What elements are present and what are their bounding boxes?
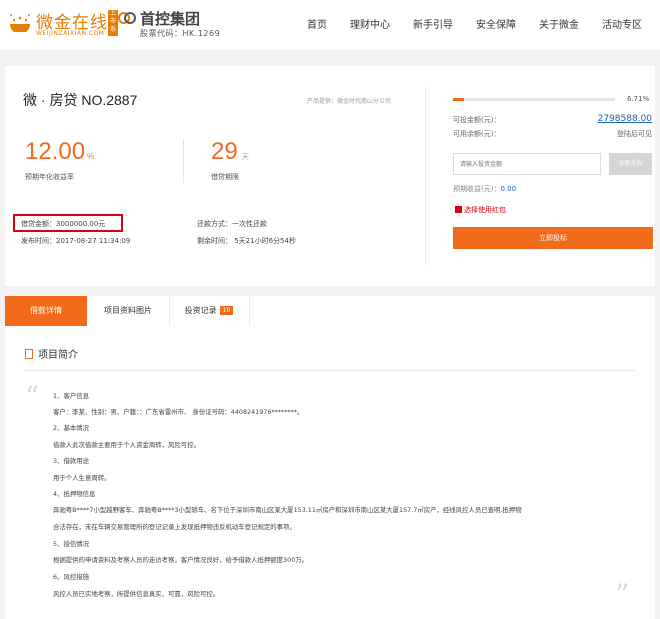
expected-income-label: 预期收益(元)：	[453, 185, 501, 193]
open-quote-icon: “	[25, 380, 40, 413]
loan-amount: 借贷金额：3000000.00元	[21, 220, 106, 228]
intro-line: 1、客户信息	[53, 392, 90, 400]
intro-line: 奔驰粤B****7小型越野客车、奔驰粤B****3小型轿车、名下位于深圳市南山区…	[53, 506, 522, 514]
rate-value: 12.00	[25, 138, 86, 165]
intro-heading-text: 项目简介	[38, 350, 78, 361]
project-intro-section: 项目简介 “ 1、客户信息 客户：李某、性别：男、户籍：：广东省雷州市、 身份证…	[5, 326, 655, 619]
loan-title: 微 · 房贷 NO.2887	[23, 92, 138, 108]
rate-unit: %	[87, 152, 95, 161]
stock-code: 股票代码：HK.1269	[140, 29, 221, 38]
close-quote-icon: ”	[615, 578, 630, 611]
balance-login-link[interactable]: 登陆后可见	[617, 129, 652, 139]
invest-amount-input[interactable]	[453, 153, 601, 175]
tab-invest-records[interactable]: 投资记录 10	[169, 296, 249, 326]
redpacket-label: 选择使用红包	[464, 206, 506, 214]
stats-divider	[183, 139, 184, 183]
funding-progress-bar	[453, 98, 615, 101]
funding-progress-fill	[453, 98, 464, 101]
term-value: 29	[211, 138, 238, 165]
tab-separator	[249, 296, 250, 326]
annual-rate: 12.00%	[25, 138, 94, 166]
intro-line: 根据提供的申请资料及考察人员的走访考察，客户情况良好，给予借款人抵押额度300万…	[53, 556, 309, 564]
expected-income: 预期收益(元)：0.00	[453, 184, 516, 194]
logo-subtext: WEIJINZAIXIAN.COM	[36, 30, 105, 37]
product-provider: 产品提供：微金时代南山分公司	[307, 98, 392, 105]
listed-badge: 上市系	[108, 10, 118, 36]
intro-line: 合法存在，未在车辆交易管理所的登记记录上发现抵押物违反机动车登记规定的事项。	[53, 523, 296, 531]
expected-income-value: 0.00	[500, 185, 517, 193]
rate-label: 预期年化收益率	[25, 173, 74, 181]
panel-divider	[425, 86, 426, 266]
balance-label: 可用余额(元)：	[453, 130, 501, 138]
document-icon	[25, 349, 33, 359]
nav-home[interactable]: 首页	[307, 16, 327, 31]
intro-line: 客户：李某、性别：男、户籍：：广东省雷州市、 身份证号码：4408241976*…	[53, 408, 304, 416]
site-header: 微金在线 WEIJINZAIXIAN.COM 上市系 首控集团 股票代码：HK.…	[0, 0, 660, 50]
nav-about[interactable]: 关于微金	[539, 16, 579, 31]
use-redpacket-toggle[interactable]: 选择使用红包	[455, 205, 506, 215]
intro-divider	[25, 370, 635, 371]
loan-panel: 微 · 房贷 NO.2887 产品提供：微金时代南山分公司 12.00% 预期年…	[5, 66, 655, 286]
available-amount-label: 可投金额(元)：	[453, 116, 501, 124]
tab-invest-records-label: 投资记录	[184, 306, 217, 315]
repay-method: 还款方式：一次性还款	[197, 220, 267, 228]
remaining-time: 剩余时间： 5天21小时6分54秒	[197, 237, 296, 245]
tab-project-images[interactable]: 项目资料图片	[87, 296, 169, 326]
term-unit: 天	[241, 154, 249, 161]
invest-now-button[interactable]: 立即投标	[453, 227, 653, 249]
intro-line: 5、授信情况	[53, 540, 90, 548]
group-emblem-icon	[118, 12, 136, 24]
intro-line: 2、基本情况	[53, 424, 90, 432]
nav-finance-center[interactable]: 理财中心	[350, 16, 390, 31]
detail-tabs: 借款详情 项目资料图片 投资记录 10	[5, 296, 655, 327]
intro-heading: 项目简介	[25, 346, 78, 361]
nav-activities[interactable]: 活动专区	[602, 16, 642, 31]
group-name: 首控集团	[140, 10, 201, 28]
tab-loan-detail[interactable]: 借款详情	[5, 296, 87, 326]
intro-line: 6、风控措施	[53, 573, 90, 581]
intro-line: 用于个人生意周转。	[53, 474, 111, 482]
nav-beginner-guide[interactable]: 新手引导	[413, 16, 453, 31]
redpacket-icon	[455, 206, 462, 213]
funding-progress-text: 6.71%	[627, 95, 650, 103]
intro-line: 风控人员已实地考察，所提供信息真实、可靠，风险可控。	[53, 590, 220, 598]
publish-time: 发布时间：2017-08-27 11:34:09	[21, 237, 131, 245]
main-nav: 首页 理财中心 新手引导 安全保障 关于微金 活动专区	[284, 16, 642, 31]
group-logo: 首控集团 股票代码：HK.1269	[118, 8, 221, 40]
records-count-badge: 10	[219, 306, 234, 315]
intro-line: 3、借款用途	[53, 457, 90, 465]
nav-security[interactable]: 安全保障	[476, 16, 516, 31]
intro-line: 4、抵押物信息	[53, 490, 96, 498]
intro-line: 借款人此次借款主要用于个人资金周转，风险可控。	[53, 441, 200, 449]
invest-all-button[interactable]: 余额全投	[609, 153, 652, 175]
available-amount-value[interactable]: 2798588.00	[598, 114, 652, 124]
site-logo[interactable]: 微金在线 WEIJINZAIXIAN.COM 上市系	[8, 8, 118, 40]
sun-logo-icon	[10, 14, 30, 32]
loan-term: 29 天	[211, 138, 249, 166]
term-label: 借贷期限	[211, 173, 239, 181]
